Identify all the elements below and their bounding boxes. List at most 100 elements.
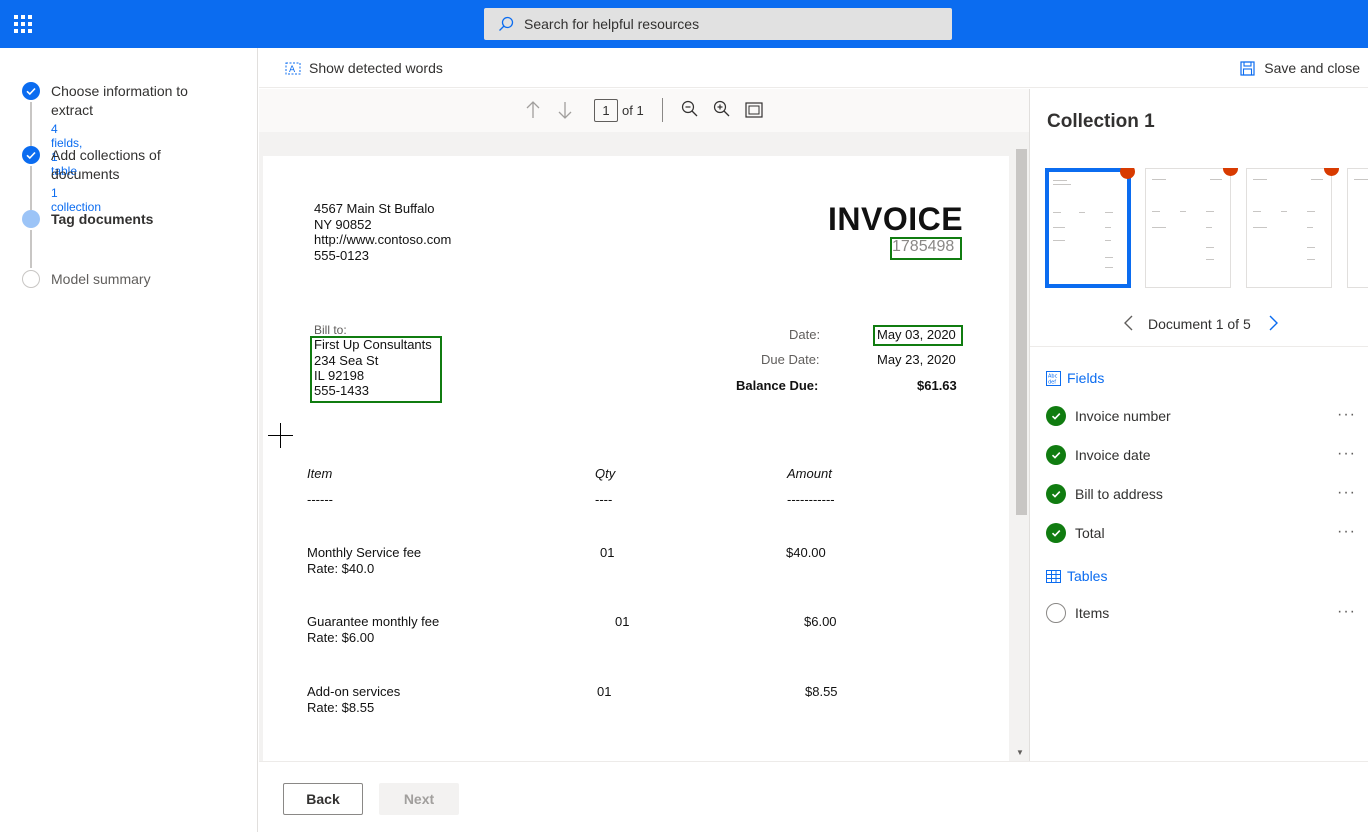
page-count: of 1 — [622, 103, 644, 118]
line-item-rate: Rate: $40.0 — [307, 561, 375, 576]
svg-text:A: A — [289, 65, 296, 75]
step-connector — [30, 166, 32, 210]
wizard-steps: Choose information to extract 4 fields, … — [0, 48, 258, 832]
show-detected-words-button[interactable]: A Show detected words — [285, 60, 443, 76]
search-placeholder: Search for helpful resources — [524, 16, 700, 32]
line-item-name: Add-on services — [307, 684, 401, 699]
viewer-scrollbar[interactable]: ▼ — [1012, 141, 1029, 761]
chevron-left-icon[interactable] — [1122, 314, 1136, 332]
untagged-badge — [1120, 168, 1135, 179]
command-bar: A Show detected words Save and close — [259, 48, 1368, 88]
top-bar: Search for helpful resources — [0, 0, 1368, 48]
step-pending-icon — [22, 270, 40, 288]
bill-to-line: 555-1433 — [314, 383, 369, 398]
invoice-page: 4567 Main St Buffalo NY 90852 http://www… — [263, 156, 1009, 761]
chevron-right-icon[interactable] — [1266, 314, 1280, 332]
field-label: Invoice number — [1075, 408, 1171, 424]
line-item-amount: $40.00 — [786, 545, 826, 560]
column-rule: ------ — [307, 492, 333, 507]
tables-section-header[interactable]: Tables — [1046, 568, 1107, 584]
panel-divider — [1030, 346, 1368, 347]
more-options-icon[interactable]: ··· — [1337, 445, 1356, 463]
bill-to-line: First Up Consultants — [314, 337, 432, 352]
scrollbar-thumb[interactable] — [1016, 149, 1027, 515]
untagged-badge — [1324, 168, 1339, 176]
more-options-icon[interactable]: ··· — [1337, 406, 1356, 424]
due-date-value: May 23, 2020 — [877, 352, 956, 367]
scroll-down-icon[interactable]: ▼ — [1016, 748, 1024, 757]
zoom-in-icon[interactable] — [713, 100, 731, 118]
collection-panel: Collection 1 Document 1 of 5 Abc def Fie… — [1029, 89, 1368, 761]
sender-address-line: NY 90852 — [314, 217, 372, 232]
document-thumbnail[interactable] — [1347, 168, 1368, 288]
step-title: Tag documents — [51, 211, 154, 227]
step-current-icon — [22, 210, 40, 228]
step-connector — [30, 230, 32, 268]
document-thumbnail[interactable] — [1145, 168, 1238, 288]
field-invoice-date[interactable]: Invoice date ··· — [1046, 443, 1356, 467]
line-item-qty: 01 — [615, 614, 630, 629]
table-items[interactable]: Items ··· — [1046, 601, 1356, 625]
field-bill-to-address[interactable]: Bill to address ··· — [1046, 482, 1356, 506]
more-options-icon[interactable]: ··· — [1337, 603, 1356, 621]
document-thumbnail[interactable] — [1246, 168, 1339, 288]
field-label: Invoice date — [1075, 447, 1151, 463]
sender-address-line: 4567 Main St Buffalo — [314, 201, 435, 216]
collection-title: Collection 1 — [1047, 111, 1155, 132]
empty-circle-icon — [1046, 603, 1066, 623]
step-complete-icon — [22, 146, 40, 164]
due-date-label: Due Date: — [761, 352, 820, 367]
table-label: Items — [1075, 605, 1110, 621]
show-detected-words-label: Show detected words — [309, 60, 443, 76]
bill-to-line: 234 Sea St — [314, 353, 379, 368]
step-title: Choose information to extract — [51, 83, 188, 118]
sender-website: http://www.contoso.com — [314, 232, 452, 247]
field-invoice-number[interactable]: Invoice number ··· — [1046, 404, 1356, 428]
arrow-up-icon[interactable] — [525, 100, 541, 120]
column-header-amount: Amount — [787, 466, 832, 481]
document-position: Document 1 of 5 — [1148, 316, 1251, 332]
wizard-footer: Back Next — [259, 761, 1368, 832]
check-circle-icon — [1046, 445, 1066, 465]
balance-due-label: Balance Due: — [736, 378, 819, 393]
page-number-input[interactable]: 1 — [594, 99, 618, 122]
line-item-rate: Rate: $8.55 — [307, 700, 375, 715]
more-options-icon[interactable]: ··· — [1337, 484, 1356, 502]
save-and-close-label: Save and close — [1264, 60, 1360, 76]
step-connector — [30, 102, 32, 146]
tables-label: Tables — [1067, 568, 1108, 584]
search-box[interactable]: Search for helpful resources — [484, 8, 952, 40]
viewer-toolbar: 1 of 1 — [259, 89, 1029, 132]
document-thumbnail[interactable] — [1045, 168, 1135, 288]
crosshair-cursor-icon — [268, 423, 293, 448]
line-item-qty: 01 — [597, 684, 612, 699]
field-label: Bill to address — [1075, 486, 1163, 502]
fit-page-icon[interactable] — [745, 102, 763, 118]
more-options-icon[interactable]: ··· — [1337, 523, 1356, 541]
detected-words-icon: A — [285, 62, 301, 75]
date-label: Date: — [789, 327, 821, 342]
bill-to-line: IL 92198 — [314, 368, 365, 383]
table-icon — [1046, 569, 1061, 583]
next-button[interactable]: Next — [379, 783, 459, 815]
date-value: May 03, 2020 — [877, 327, 956, 342]
svg-text:def: def — [1048, 379, 1056, 385]
toolbar-divider — [662, 98, 663, 122]
invoice-title: INVOICE — [828, 201, 964, 237]
column-rule: ----------- — [787, 492, 835, 507]
back-button[interactable]: Back — [283, 783, 363, 815]
save-and-close-button[interactable]: Save and close — [1240, 60, 1360, 76]
fields-section-header[interactable]: Abc def Fields — [1046, 370, 1104, 386]
document-thumbnails — [1045, 168, 1368, 288]
save-icon — [1240, 60, 1255, 76]
app-launcher-icon[interactable] — [14, 15, 32, 33]
arrow-down-icon[interactable] — [557, 100, 573, 120]
step-title: Add collections of documents — [51, 147, 161, 182]
line-item-name: Guarantee monthly fee — [307, 614, 440, 629]
step-title: Model summary — [51, 271, 151, 287]
zoom-out-icon[interactable] — [681, 100, 699, 118]
line-item-rate: Rate: $6.00 — [307, 630, 375, 645]
document-navigator: Document 1 of 5 — [1030, 312, 1368, 336]
field-total[interactable]: Total ··· — [1046, 521, 1356, 545]
balance-due-value: $61.63 — [917, 378, 957, 393]
